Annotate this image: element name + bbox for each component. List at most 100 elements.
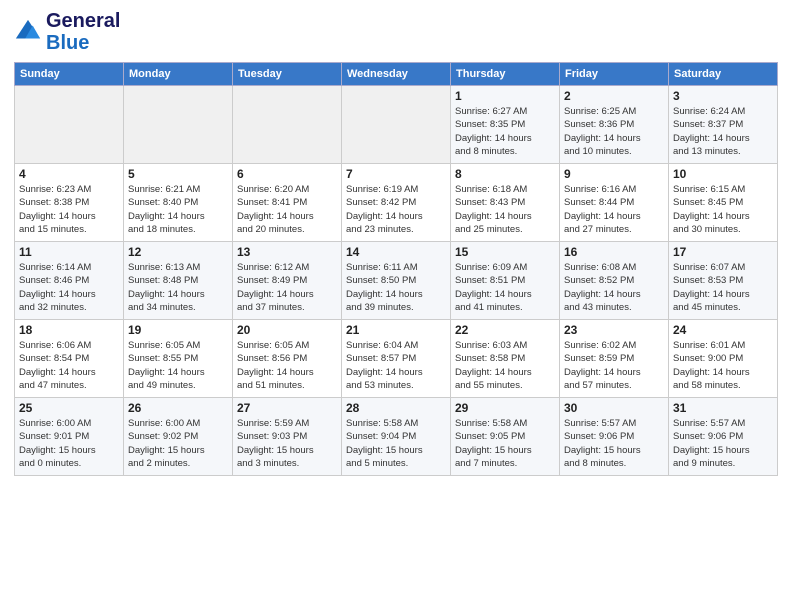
week-row-5: 25 Sunrise: 6:00 AMSunset: 9:01 PMDayligh… <box>15 398 778 476</box>
calendar-cell: 5 Sunrise: 6:21 AMSunset: 8:40 PMDaylight… <box>124 164 233 242</box>
week-row-1: 1 Sunrise: 6:27 AMSunset: 8:35 PMDaylight… <box>15 86 778 164</box>
day-number: 13 <box>237 245 337 259</box>
day-number: 23 <box>564 323 664 337</box>
page: General Blue SundayMondayTuesdayWednesda… <box>0 0 792 612</box>
day-info: Sunrise: 6:03 AMSunset: 8:58 PMDaylight:… <box>455 339 555 392</box>
day-info: Sunrise: 6:02 AMSunset: 8:59 PMDaylight:… <box>564 339 664 392</box>
day-info: Sunrise: 6:11 AMSunset: 8:50 PMDaylight:… <box>346 261 446 314</box>
day-info: Sunrise: 6:19 AMSunset: 8:42 PMDaylight:… <box>346 183 446 236</box>
calendar-cell: 7 Sunrise: 6:19 AMSunset: 8:42 PMDaylight… <box>342 164 451 242</box>
calendar-cell: 27 Sunrise: 5:59 AMSunset: 9:03 PMDayligh… <box>233 398 342 476</box>
calendar-cell: 31 Sunrise: 5:57 AMSunset: 9:06 PMDayligh… <box>669 398 778 476</box>
calendar-cell: 17 Sunrise: 6:07 AMSunset: 8:53 PMDayligh… <box>669 242 778 320</box>
day-number: 27 <box>237 401 337 415</box>
day-number: 8 <box>455 167 555 181</box>
weekday-header-wednesday: Wednesday <box>342 63 451 86</box>
calendar-cell: 25 Sunrise: 6:00 AMSunset: 9:01 PMDayligh… <box>15 398 124 476</box>
day-number: 7 <box>346 167 446 181</box>
day-number: 5 <box>128 167 228 181</box>
day-info: Sunrise: 6:01 AMSunset: 9:00 PMDaylight:… <box>673 339 773 392</box>
day-number: 24 <box>673 323 773 337</box>
day-info: Sunrise: 6:15 AMSunset: 8:45 PMDaylight:… <box>673 183 773 236</box>
calendar-cell: 15Sunrise: 6:09 AMSunset: 8:51 PMDayligh… <box>451 242 560 320</box>
day-info: Sunrise: 5:59 AMSunset: 9:03 PMDaylight:… <box>237 417 337 470</box>
day-info: Sunrise: 6:20 AMSunset: 8:41 PMDaylight:… <box>237 183 337 236</box>
day-number: 21 <box>346 323 446 337</box>
day-info: Sunrise: 6:27 AMSunset: 8:35 PMDaylight:… <box>455 105 555 158</box>
day-info: Sunrise: 6:14 AMSunset: 8:46 PMDaylight:… <box>19 261 119 314</box>
day-info: Sunrise: 5:58 AMSunset: 9:04 PMDaylight:… <box>346 417 446 470</box>
weekday-header-tuesday: Tuesday <box>233 63 342 86</box>
day-info: Sunrise: 5:57 AMSunset: 9:06 PMDaylight:… <box>673 417 773 470</box>
day-number: 28 <box>346 401 446 415</box>
day-info: Sunrise: 6:05 AMSunset: 8:55 PMDaylight:… <box>128 339 228 392</box>
calendar-cell <box>124 86 233 164</box>
day-number: 25 <box>19 401 119 415</box>
day-info: Sunrise: 6:00 AMSunset: 9:01 PMDaylight:… <box>19 417 119 470</box>
day-info: Sunrise: 6:06 AMSunset: 8:54 PMDaylight:… <box>19 339 119 392</box>
day-number: 14 <box>346 245 446 259</box>
day-number: 11 <box>19 245 119 259</box>
week-row-2: 4 Sunrise: 6:23 AMSunset: 8:38 PMDaylight… <box>15 164 778 242</box>
calendar-table: SundayMondayTuesdayWednesdayThursdayFrid… <box>14 62 778 476</box>
calendar-cell: 8 Sunrise: 6:18 AMSunset: 8:43 PMDaylight… <box>451 164 560 242</box>
calendar-cell: 10 Sunrise: 6:15 AMSunset: 8:45 PMDayligh… <box>669 164 778 242</box>
calendar-cell: 6 Sunrise: 6:20 AMSunset: 8:41 PMDaylight… <box>233 164 342 242</box>
logo: General Blue <box>14 10 120 54</box>
day-number: 4 <box>19 167 119 181</box>
calendar-cell: 12Sunrise: 6:13 AMSunset: 8:48 PMDayligh… <box>124 242 233 320</box>
weekday-header-saturday: Saturday <box>669 63 778 86</box>
weekday-header-monday: Monday <box>124 63 233 86</box>
calendar-cell: 2 Sunrise: 6:25 AMSunset: 8:36 PMDaylight… <box>560 86 669 164</box>
calendar-cell <box>342 86 451 164</box>
calendar-cell: 23 Sunrise: 6:02 AMSunset: 8:59 PMDayligh… <box>560 320 669 398</box>
day-info: Sunrise: 6:07 AMSunset: 8:53 PMDaylight:… <box>673 261 773 314</box>
day-info: Sunrise: 6:12 AMSunset: 8:49 PMDaylight:… <box>237 261 337 314</box>
day-number: 15 <box>455 245 555 259</box>
day-info: Sunrise: 6:04 AMSunset: 8:57 PMDaylight:… <box>346 339 446 392</box>
day-info: Sunrise: 6:08 AMSunset: 8:52 PMDaylight:… <box>564 261 664 314</box>
logo-text: General Blue <box>46 10 120 54</box>
calendar-cell: 9 Sunrise: 6:16 AMSunset: 8:44 PMDaylight… <box>560 164 669 242</box>
weekday-header-friday: Friday <box>560 63 669 86</box>
day-number: 2 <box>564 89 664 103</box>
day-info: Sunrise: 5:58 AMSunset: 9:05 PMDaylight:… <box>455 417 555 470</box>
day-number: 9 <box>564 167 664 181</box>
calendar-cell: 11 Sunrise: 6:14 AMSunset: 8:46 PMDayligh… <box>15 242 124 320</box>
day-info: Sunrise: 6:24 AMSunset: 8:37 PMDaylight:… <box>673 105 773 158</box>
calendar-cell <box>15 86 124 164</box>
calendar-cell <box>233 86 342 164</box>
calendar-cell: 24 Sunrise: 6:01 AMSunset: 9:00 PMDayligh… <box>669 320 778 398</box>
calendar-cell: 18Sunrise: 6:06 AMSunset: 8:54 PMDayligh… <box>15 320 124 398</box>
day-info: Sunrise: 6:00 AMSunset: 9:02 PMDaylight:… <box>128 417 228 470</box>
calendar-cell: 4 Sunrise: 6:23 AMSunset: 8:38 PMDaylight… <box>15 164 124 242</box>
header: General Blue <box>14 10 778 54</box>
day-info: Sunrise: 6:21 AMSunset: 8:40 PMDaylight:… <box>128 183 228 236</box>
day-info: Sunrise: 6:23 AMSunset: 8:38 PMDaylight:… <box>19 183 119 236</box>
day-number: 1 <box>455 89 555 103</box>
week-row-3: 11 Sunrise: 6:14 AMSunset: 8:46 PMDayligh… <box>15 242 778 320</box>
day-number: 17 <box>673 245 773 259</box>
day-info: Sunrise: 6:18 AMSunset: 8:43 PMDaylight:… <box>455 183 555 236</box>
day-number: 29 <box>455 401 555 415</box>
week-row-4: 18Sunrise: 6:06 AMSunset: 8:54 PMDayligh… <box>15 320 778 398</box>
day-number: 20 <box>237 323 337 337</box>
day-number: 30 <box>564 401 664 415</box>
calendar-cell: 26Sunrise: 6:00 AMSunset: 9:02 PMDayligh… <box>124 398 233 476</box>
calendar-cell: 22Sunrise: 6:03 AMSunset: 8:58 PMDayligh… <box>451 320 560 398</box>
day-info: Sunrise: 6:16 AMSunset: 8:44 PMDaylight:… <box>564 183 664 236</box>
day-number: 6 <box>237 167 337 181</box>
calendar-cell: 14 Sunrise: 6:11 AMSunset: 8:50 PMDayligh… <box>342 242 451 320</box>
day-number: 31 <box>673 401 773 415</box>
calendar-cell: 19Sunrise: 6:05 AMSunset: 8:55 PMDayligh… <box>124 320 233 398</box>
weekday-header-thursday: Thursday <box>451 63 560 86</box>
calendar-cell: 3 Sunrise: 6:24 AMSunset: 8:37 PMDaylight… <box>669 86 778 164</box>
calendar-cell: 13 Sunrise: 6:12 AMSunset: 8:49 PMDayligh… <box>233 242 342 320</box>
day-info: Sunrise: 6:25 AMSunset: 8:36 PMDaylight:… <box>564 105 664 158</box>
day-number: 10 <box>673 167 773 181</box>
day-number: 3 <box>673 89 773 103</box>
calendar-cell: 1 Sunrise: 6:27 AMSunset: 8:35 PMDaylight… <box>451 86 560 164</box>
day-info: Sunrise: 6:13 AMSunset: 8:48 PMDaylight:… <box>128 261 228 314</box>
day-info: Sunrise: 6:05 AMSunset: 8:56 PMDaylight:… <box>237 339 337 392</box>
weekday-header-row: SundayMondayTuesdayWednesdayThursdayFrid… <box>15 63 778 86</box>
